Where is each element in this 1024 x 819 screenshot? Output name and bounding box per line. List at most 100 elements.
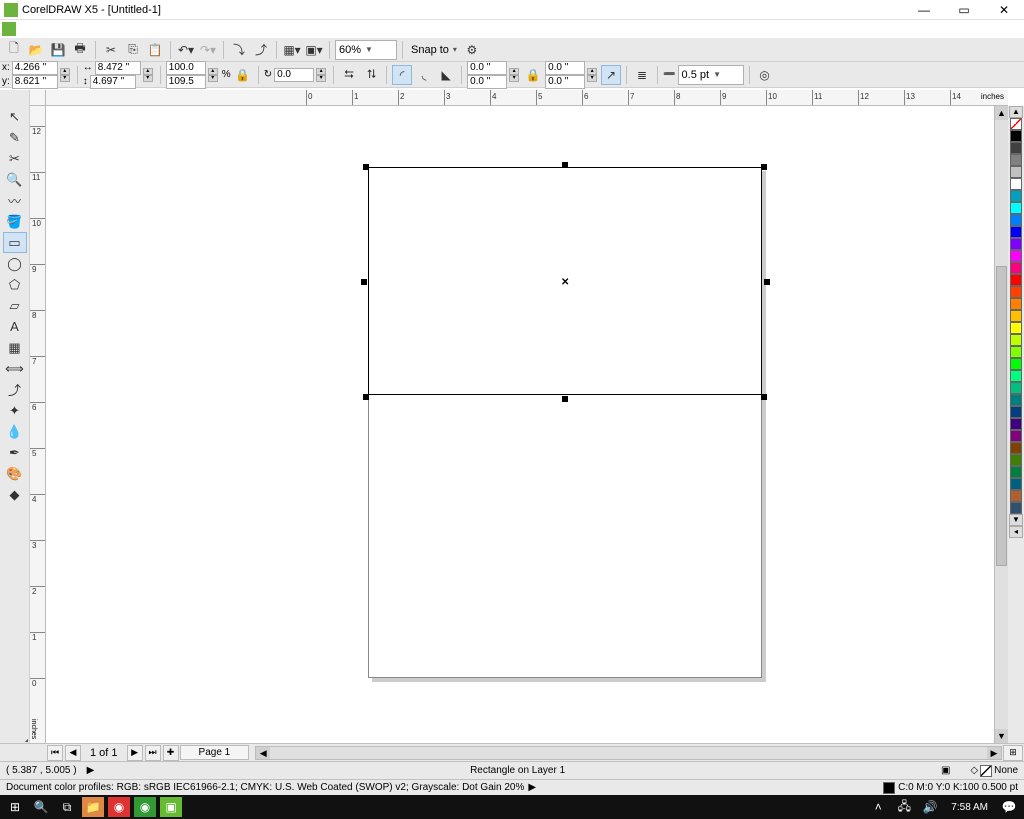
corner-bl-input[interactable] [467,75,507,89]
export-button[interactable]: ⤴ [251,40,271,60]
maximize-button[interactable]: ▭ [944,0,984,20]
color-swatch[interactable] [1010,238,1022,250]
basic-shapes-tool[interactable]: ▱ [3,295,27,316]
action-center-icon[interactable]: 💬 [998,797,1020,817]
handle-tm[interactable] [562,162,568,168]
undo-button[interactable]: ▾ [176,40,196,60]
outline-width-combo[interactable]: 0.5 pt ▼ [678,65,744,85]
color-swatch[interactable] [1010,142,1022,154]
color-swatch[interactable] [1010,502,1022,514]
color-swatch[interactable] [1010,430,1022,442]
wrap-text-button[interactable]: ≣ [632,65,652,85]
shape-tool[interactable]: ✎ [3,127,27,148]
color-swatch[interactable] [1010,262,1022,274]
corner-tr-input[interactable] [545,61,585,75]
pos-spin-down[interactable]: ▾ [60,75,70,82]
zoom-combo[interactable]: 60% ▼ [335,40,397,60]
open-button[interactable] [26,40,46,60]
mirror-v-button[interactable]: ⮁ [361,65,381,85]
taskbar-app-coreldraw[interactable]: ▣ [160,797,182,817]
height-input[interactable] [90,75,136,89]
handle-tr[interactable] [761,164,767,170]
hscroll-right[interactable]: ▶ [987,747,1001,759]
palette-scroll-down[interactable]: ▼ [1009,514,1023,526]
tray-up-icon[interactable]: ˄ [867,797,889,817]
next-page-button[interactable]: ▶ [127,745,143,761]
app-launcher-button[interactable]: ▣▾ [304,40,324,60]
color-swatch[interactable] [1010,298,1022,310]
docnav-icon[interactable]: ▣ [941,765,950,776]
color-swatch[interactable] [1010,466,1022,478]
color-swatch[interactable] [1010,370,1022,382]
taskbar-app-2[interactable]: ◉ [108,797,130,817]
start-button[interactable]: ⊞ [4,797,26,817]
angle-spin-up[interactable]: ▴ [316,68,326,75]
first-page-button[interactable]: ⏮ [47,745,63,761]
color-swatch[interactable] [1010,454,1022,466]
color-swatch[interactable] [1010,346,1022,358]
chamfer-corner-button[interactable]: ◣ [436,65,456,85]
prev-page-button[interactable]: ◀ [65,745,81,761]
new-button[interactable] [4,40,24,60]
polygon-tool[interactable]: ⬠ [3,274,27,295]
last-page-button[interactable]: ⏭ [145,745,161,761]
text-tool[interactable]: A [3,316,27,337]
size-spin-up[interactable]: ▴ [143,68,153,75]
pick-tool[interactable]: ↖ [3,106,27,127]
angle-spin-down[interactable]: ▾ [316,75,326,82]
round-corner-button[interactable]: ◜ [392,65,412,85]
width-input[interactable] [95,61,141,75]
color-swatch[interactable] [1010,154,1022,166]
no-fill-swatch[interactable] [1010,118,1022,130]
fill-indicator-icon[interactable]: ◇ [970,765,978,776]
task-view-button[interactable]: ⧉ [56,797,78,817]
interactive-tool[interactable]: ✦ [3,400,27,421]
scale-spin-down[interactable]: ▾ [208,75,218,82]
taskbar-app-3[interactable]: ◉ [134,797,156,817]
c1-spin-up[interactable]: ▴ [509,68,519,75]
color-swatch[interactable] [1010,250,1022,262]
scallop-corner-button[interactable]: ◟ [414,65,434,85]
handle-mr[interactable] [764,279,770,285]
taskbar-app-1[interactable]: 📁 [82,797,104,817]
color-swatch[interactable] [1010,202,1022,214]
options-button[interactable]: ⚙ [462,40,482,60]
color-swatch[interactable] [1010,166,1022,178]
horizontal-scrollbar[interactable]: ◀ ▶ [255,746,1002,760]
ellipse-tool[interactable]: ◯ [3,253,27,274]
color-swatch[interactable] [1010,382,1022,394]
rectangle-tool[interactable]: ▭ [3,232,27,253]
connector-tool[interactable]: ⤴ [3,379,27,400]
color-swatch[interactable] [1010,418,1022,430]
fill-swatch-icon[interactable] [980,765,992,777]
crop-tool[interactable]: ✂ [3,148,27,169]
handle-br[interactable] [761,394,767,400]
color-swatch[interactable] [1010,442,1022,454]
publish-pdf-button[interactable]: ▦▾ [282,40,302,60]
color-swatch[interactable] [1010,214,1022,226]
profiles-flyout-icon[interactable]: ▶ [528,782,536,793]
scale-spin-up[interactable]: ▴ [208,68,218,75]
copy-button[interactable] [123,40,143,60]
eyedropper-tool[interactable]: 💧 [3,421,27,442]
lock-ratio-button[interactable]: 🔒 [233,65,253,85]
lock-corners-button[interactable]: 🔒 [523,65,543,85]
paste-button[interactable] [145,40,165,60]
close-button[interactable]: ✕ [984,0,1024,20]
size-spin-down[interactable]: ▾ [143,75,153,82]
scale-y-input[interactable] [166,75,206,89]
color-swatch[interactable] [1010,130,1022,142]
minimize-button[interactable]: — [904,0,944,20]
color-swatch[interactable] [1010,310,1022,322]
color-swatch[interactable] [1010,226,1022,238]
tray-network-icon[interactable]: 🖧 [893,797,915,817]
outline-swatch-icon[interactable] [883,782,895,794]
outline-tool[interactable]: ✒ [3,442,27,463]
fill-tool[interactable]: 🎨 [3,463,27,484]
color-swatch[interactable] [1010,286,1022,298]
color-swatch[interactable] [1010,358,1022,370]
color-swatch[interactable] [1010,322,1022,334]
zoom-tool[interactable]: 🔍 [3,169,27,190]
relative-corner-button[interactable]: ↗ [601,65,621,85]
freehand-tool[interactable]: 〰 [3,190,27,211]
